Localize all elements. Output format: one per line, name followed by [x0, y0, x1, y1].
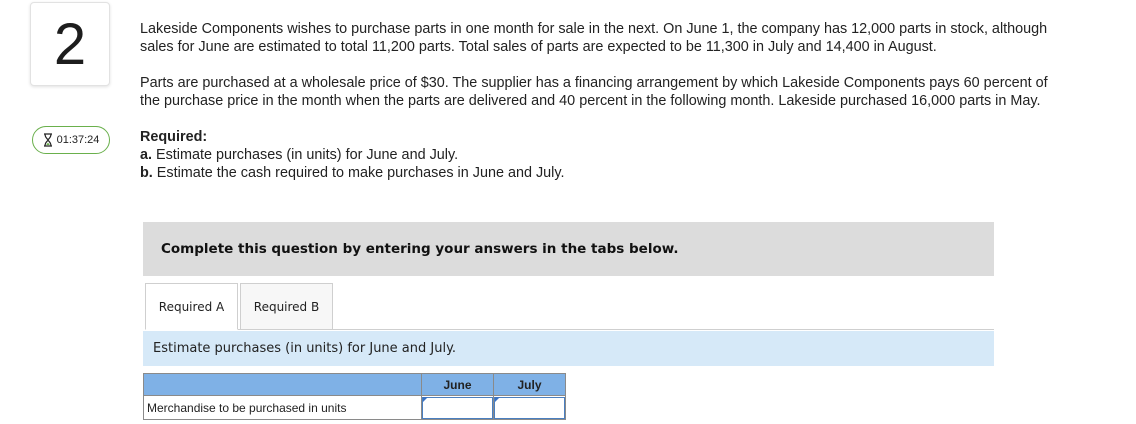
- answer-table: June July Merchandise to be purchased in…: [143, 373, 566, 420]
- required-b: b. Estimate the cash required to make pu…: [140, 164, 1070, 182]
- tab-required-a[interactable]: Required A: [145, 283, 238, 330]
- july-cell: [493, 395, 566, 420]
- june-purchases-input[interactable]: [422, 396, 493, 419]
- question-number: 2: [30, 2, 110, 86]
- hourglass-icon: [43, 133, 53, 147]
- tab-bar: Required A Required B: [145, 283, 333, 330]
- table-row: Merchandise to be purchased in units: [143, 395, 566, 420]
- required-b-letter: b.: [140, 165, 153, 181]
- timer[interactable]: 01:37:24: [32, 126, 110, 154]
- tab-divider: [145, 329, 994, 330]
- table-header-blank: [143, 373, 422, 396]
- panel-header: Estimate purchases (in units) for June a…: [143, 331, 994, 366]
- timer-value: 01:37:24: [56, 134, 100, 146]
- june-cell: [421, 395, 494, 420]
- problem-paragraph-2: Parts are purchased at a wholesale price…: [140, 75, 1048, 109]
- instruction-banner: Complete this question by entering your …: [143, 222, 994, 276]
- problem-paragraph-1: Lakeside Components wishes to purchase p…: [140, 21, 1048, 55]
- required-a-text: Estimate purchases (in units) for June a…: [152, 147, 459, 163]
- column-header-july: July: [493, 373, 566, 396]
- required-a: a. Estimate purchases (in units) for Jun…: [140, 146, 1070, 164]
- row-label: Merchandise to be purchased in units: [143, 395, 422, 420]
- column-header-june: June: [421, 373, 494, 396]
- tab-required-b[interactable]: Required B: [240, 283, 333, 330]
- required-b-text: Estimate the cash required to make purch…: [152, 165, 565, 181]
- input-marker-icon: [495, 397, 500, 402]
- required-a-letter: a.: [140, 147, 153, 163]
- july-purchases-input[interactable]: [494, 396, 565, 419]
- problem-text: Lakeside Components wishes to purchase p…: [140, 20, 1070, 182]
- input-marker-icon: [423, 397, 428, 402]
- required-title: Required:: [140, 129, 208, 145]
